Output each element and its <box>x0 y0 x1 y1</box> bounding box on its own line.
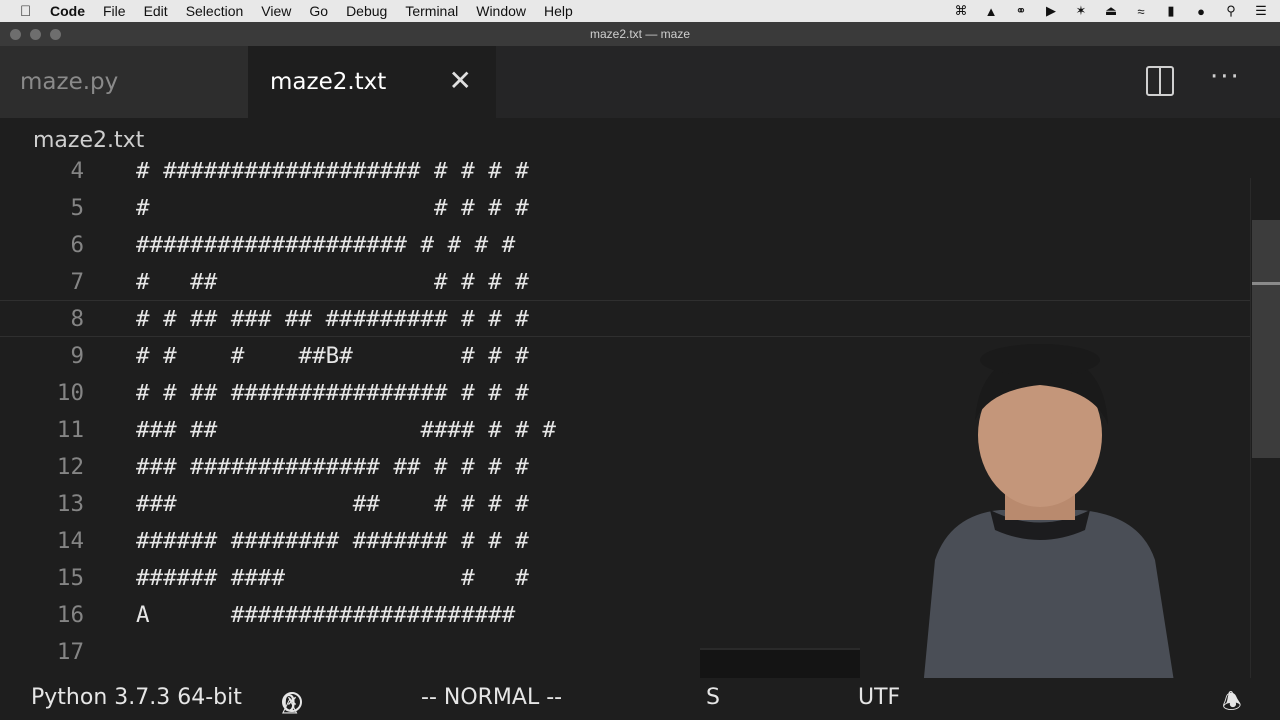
line-number: 13 <box>56 490 84 517</box>
menu-help[interactable]: Help <box>535 3 582 19</box>
menu-file[interactable]: File <box>94 3 135 19</box>
tab-maze2-txt[interactable]: maze2.txt ✕ <box>248 46 496 118</box>
line-number: 14 <box>56 527 84 554</box>
close-tab-icon[interactable]: ✕ <box>449 66 472 96</box>
line-text: A ##################### <box>136 601 516 628</box>
editor-line: 4 # ################### # # # # <box>0 152 1250 189</box>
status-bar: Python 3.7.3 64-bit ✕ 0 △ 0 -- NORMAL --… <box>0 678 1280 720</box>
glasses-icon[interactable]: ⚭ <box>1012 3 1030 19</box>
line-number: 10 <box>56 379 84 406</box>
play-circle-icon[interactable]: ▶ <box>1042 3 1060 19</box>
warning-count: 0 <box>282 692 296 717</box>
line-text: ###### ######## ####### # # # <box>136 527 529 554</box>
line-text: # # ## ### ## ######### # # # <box>136 305 529 332</box>
line-number: 15 <box>56 564 84 591</box>
editor-line: 7 # ## # # # # <box>0 263 1250 300</box>
tab-label: maze2.txt <box>270 69 387 95</box>
menu-edit[interactable]: Edit <box>135 3 177 19</box>
search-icon[interactable]: ⚲ <box>1222 3 1240 19</box>
menu-view[interactable]: View <box>252 3 300 19</box>
encoding-status-partial[interactable]: UTF <box>858 685 900 710</box>
vim-mode-status: -- NORMAL -- <box>421 685 563 710</box>
zoom-window-button[interactable] <box>50 29 61 40</box>
wifi-icon[interactable]: ≈ <box>1132 4 1150 19</box>
list-icon[interactable]: ☰ <box>1252 3 1270 19</box>
line-text: ### ############## ## # # # # <box>136 453 529 480</box>
editor-line: 5 # # # # # <box>0 189 1250 226</box>
line-number: 9 <box>70 342 84 369</box>
line-number: 12 <box>56 453 84 480</box>
window-title: maze2.txt — maze <box>589 27 691 41</box>
presenter-video-overlay <box>920 344 1180 720</box>
menu-window[interactable]: Window <box>467 3 535 19</box>
line-text: # ################### # # # # <box>136 157 529 184</box>
line-number: 6 <box>70 231 84 258</box>
menu-bar-status-icons: ⌘ ▲ ⚭ ▶ ✶ ⏏ ≈ ▮ ● ⚲ ☰ <box>952 0 1270 22</box>
line-number: 7 <box>70 268 84 295</box>
line-text: # # # ##B# # # # <box>136 342 529 369</box>
line-number: 5 <box>70 194 84 221</box>
menu-selection[interactable]: Selection <box>177 3 253 19</box>
minimize-window-button[interactable] <box>30 29 41 40</box>
split-editor-icon[interactable] <box>1146 66 1174 96</box>
line-text: # # # # # <box>136 194 529 221</box>
line-text: # ## # # # # <box>136 268 529 295</box>
menu-terminal[interactable]: Terminal <box>396 3 467 19</box>
vertical-scrollbar-thumb[interactable] <box>1252 220 1280 458</box>
docker-icon[interactable]: ▲ <box>982 4 1000 19</box>
editor-tab-bar: maze.py maze2.txt ✕ ··· <box>0 46 1280 118</box>
battery-icon[interactable]: ▮ <box>1162 3 1180 19</box>
line-text: ### ## #### # # # <box>136 416 556 443</box>
more-actions-icon[interactable]: ··· <box>1210 62 1241 92</box>
line-text: ###### #### # # <box>136 564 529 591</box>
line-text: ### ## # # # # <box>136 490 529 517</box>
menu-app-code[interactable]: Code <box>42 3 94 19</box>
editor-line: 6 #################### # # # # <box>0 226 1250 263</box>
notifications-bell-icon[interactable]: 🕭 <box>1222 685 1242 720</box>
macos-menu-bar:  Code File Edit Selection View Go Debug… <box>0 0 1280 22</box>
breadcrumb[interactable]: maze2.txt <box>33 128 144 153</box>
status-item-partial[interactable]: S <box>706 685 720 710</box>
menu-go[interactable]: Go <box>300 3 337 19</box>
line-text: # # ## ################ # # # <box>136 379 529 406</box>
tab-maze-py[interactable]: maze.py <box>0 46 248 118</box>
window-title-bar: maze2.txt — maze <box>0 22 1280 46</box>
line-number: 16 <box>56 601 84 628</box>
line-text: #################### # # # # <box>136 231 516 258</box>
apple-icon[interactable]:  <box>20 3 42 20</box>
menu-debug[interactable]: Debug <box>337 3 396 19</box>
bluetooth-icon[interactable]: ✶ <box>1072 3 1090 19</box>
eject-icon[interactable]: ⏏ <box>1102 3 1120 19</box>
tab-label: maze.py <box>20 69 119 95</box>
command-icon[interactable]: ⌘ <box>952 3 970 19</box>
user-icon[interactable]: ● <box>1192 4 1210 19</box>
line-number: 17 <box>56 638 84 665</box>
line-number: 4 <box>70 157 84 184</box>
line-number: 8 <box>70 305 84 332</box>
line-number: 11 <box>56 416 84 443</box>
close-window-button[interactable] <box>10 29 21 40</box>
python-interpreter-status[interactable]: Python 3.7.3 64-bit <box>31 685 242 710</box>
scrollbar-cursor-marker <box>1252 282 1280 285</box>
